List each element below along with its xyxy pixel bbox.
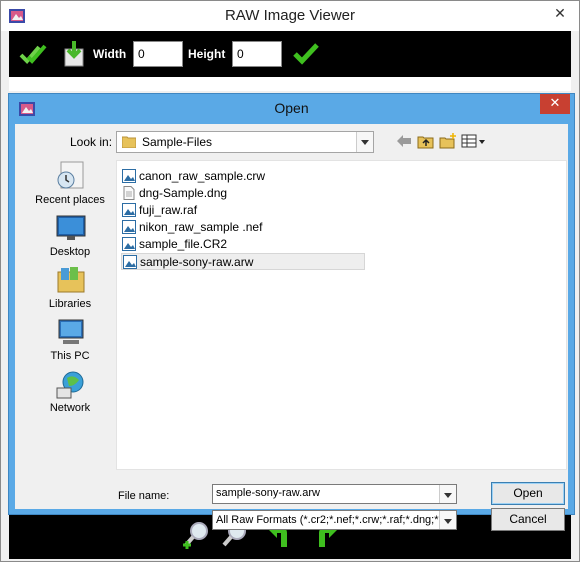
place-desktop[interactable]: Desktop: [25, 212, 115, 264]
place-recent-places[interactable]: Recent places: [25, 160, 115, 212]
file-name: fuji_raw.raf: [139, 203, 198, 217]
height-input[interactable]: [232, 41, 282, 67]
place-this-pc[interactable]: This PC: [25, 316, 115, 368]
chevron-down-icon[interactable]: [439, 485, 456, 503]
file-item[interactable]: sample_file.CR2: [121, 236, 365, 253]
image-file-icon: [122, 220, 136, 234]
save-download-icon[interactable]: [59, 39, 89, 69]
place-network[interactable]: Network: [25, 368, 115, 420]
raw-image-viewer-window: RAW Image Viewer ✕ Width Height: [0, 0, 580, 562]
main-toolbar: Width Height: [9, 31, 571, 77]
dialog-close-button[interactable]: ✕: [540, 94, 570, 114]
file-name: dng-Sample.dng: [139, 186, 228, 200]
window-title: RAW Image Viewer: [224, 7, 356, 24]
double-check-icon[interactable]: [19, 39, 49, 69]
libraries-icon: [57, 267, 85, 293]
dialog-titlebar: Open ✕: [9, 94, 574, 124]
file-name-label: File name:: [118, 490, 170, 502]
width-input[interactable]: [133, 41, 183, 67]
place-label: Recent places: [35, 194, 105, 206]
look-in-label: Look in:: [70, 135, 113, 149]
generic-file-icon: [123, 186, 135, 200]
file-name-combobox[interactable]: sample-sony-raw.arw: [212, 484, 457, 504]
file-name: sample_file.CR2: [139, 237, 228, 251]
file-name: sample-sony-raw.arw: [140, 255, 254, 269]
height-label: Height: [188, 47, 226, 61]
image-canvas-area: [9, 77, 571, 91]
desktop-icon: [56, 215, 86, 240]
file-name-value: sample-sony-raw.arw: [216, 487, 320, 499]
file-type-dropdown[interactable]: All Raw Formats (*.cr2;*.nef;*.crw;*.raf…: [212, 510, 457, 530]
chevron-down-icon[interactable]: [356, 132, 373, 152]
image-file-icon: [122, 203, 136, 217]
image-file-icon: [122, 237, 136, 251]
place-label: Network: [49, 402, 91, 414]
places-bar: Recent places Desktop Libraries This PC …: [25, 160, 115, 470]
file-type-label: Files of type:: [118, 515, 181, 527]
window-close-button[interactable]: ✕: [547, 3, 573, 25]
image-file-icon: [123, 255, 137, 269]
back-arrow-icon[interactable]: [395, 133, 413, 149]
dialog-body: Look in: Sample-Files Recent places Desk…: [15, 124, 568, 531]
file-name: nikon_raw_sample .nef: [139, 220, 263, 234]
place-label: Desktop: [49, 246, 91, 258]
image-file-icon: [122, 169, 136, 183]
file-name: canon_raw_sample.crw: [139, 169, 266, 183]
network-icon: [56, 371, 84, 399]
main-titlebar: RAW Image Viewer ✕: [1, 1, 579, 31]
file-type-value: All Raw Formats (*.cr2;*.nef;*.crw;*.raf…: [216, 514, 448, 526]
zoom-in-icon[interactable]: [183, 519, 213, 549]
file-item-selected[interactable]: sample-sony-raw.arw: [121, 253, 365, 270]
file-item[interactable]: canon_raw_sample.crw: [121, 168, 365, 185]
open-dialog: Open ✕ Look in: Sample-Files Recent plac…: [8, 93, 575, 531]
file-item[interactable]: fuji_raw.raf: [121, 202, 365, 219]
file-list[interactable]: canon_raw_sample.crw dng-Sample.dng fuji…: [116, 160, 567, 470]
recent-places-icon: [57, 161, 84, 189]
open-button[interactable]: Open: [491, 482, 565, 505]
apply-check-icon[interactable]: [291, 39, 321, 69]
chevron-down-icon[interactable]: [439, 511, 456, 529]
dialog-title: Open: [274, 100, 309, 116]
cancel-button[interactable]: Cancel: [491, 508, 565, 531]
place-label: This PC: [50, 350, 90, 362]
up-folder-icon[interactable]: [417, 133, 435, 149]
file-item[interactable]: dng-Sample.dng: [121, 185, 365, 202]
folder-icon: [122, 136, 136, 148]
file-item[interactable]: nikon_raw_sample .nef: [121, 219, 365, 236]
look-in-dropdown[interactable]: Sample-Files: [116, 131, 374, 153]
new-folder-icon[interactable]: [439, 133, 457, 149]
place-label: Libraries: [48, 298, 92, 310]
view-menu-icon[interactable]: [461, 133, 487, 149]
look-in-value: Sample-Files: [142, 135, 213, 149]
this-pc-icon: [58, 319, 84, 344]
place-libraries[interactable]: Libraries: [25, 264, 115, 316]
width-label: Width: [93, 47, 127, 61]
